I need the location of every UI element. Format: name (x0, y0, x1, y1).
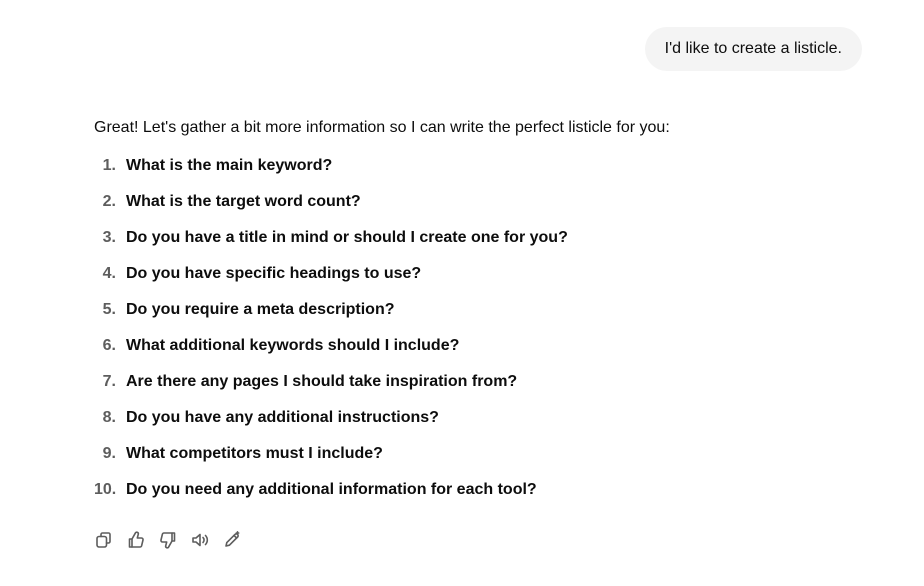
list-item: 4. Do you have specific headings to use? (94, 256, 854, 292)
question-list: 1. What is the main keyword? 2. What is … (94, 148, 854, 508)
list-item-text: Do you have specific headings to use? (126, 265, 422, 282)
list-item-text: Are there any pages I should take inspir… (126, 373, 518, 390)
copy-button[interactable] (92, 528, 116, 552)
user-message-bubble: I'd like to create a listicle. (644, 27, 862, 71)
list-item: 7. Are there any pages I should take ins… (94, 364, 854, 400)
list-item-number: 8. (102, 409, 116, 426)
list-item: 2. What is the target word count? (94, 184, 854, 220)
list-item: 1. What is the main keyword? (94, 148, 854, 184)
thumbs-up-icon (128, 531, 144, 548)
list-item-number: 2. (102, 193, 116, 210)
edit-icon (225, 531, 240, 547)
list-item-text: Do you require a meta description? (126, 301, 395, 318)
list-item-number: 9. (102, 445, 116, 462)
user-message-text: I'd like to create a listicle. (664, 40, 842, 57)
list-item-text: Do you need any additional information f… (126, 481, 537, 498)
list-item: 5. Do you require a meta description? (94, 292, 854, 328)
list-item: 8. Do you have any additional instructio… (94, 400, 854, 436)
list-item-text: What is the main keyword? (126, 157, 333, 174)
list-item-number: 7. (102, 373, 116, 390)
read-aloud-button[interactable] (188, 528, 212, 552)
list-item-text: Do you have any additional instructions? (126, 409, 439, 426)
list-item: 10. Do you need any additional informati… (94, 472, 854, 508)
list-item-text: What additional keywords should I includ… (126, 337, 460, 354)
list-item-text: What is the target word count? (126, 193, 361, 210)
list-item: 3. Do you have a title in mind or should… (94, 220, 854, 256)
read-aloud-icon (192, 533, 209, 547)
list-item-number: 1. (102, 157, 116, 174)
message-actions (92, 528, 244, 552)
list-item-number: 3. (102, 229, 116, 246)
list-item-text: What competitors must I include? (126, 445, 383, 462)
edit-response-button[interactable] (220, 528, 244, 552)
assistant-message: Great! Let's gather a bit more informati… (94, 116, 854, 508)
list-item-number: 5. (102, 301, 116, 318)
list-item-number: 4. (102, 265, 116, 282)
good-response-button[interactable] (124, 528, 148, 552)
thumbs-down-icon (160, 532, 176, 549)
assistant-intro: Great! Let's gather a bit more informati… (94, 119, 670, 136)
list-item-number: 10. (94, 481, 117, 498)
list-item: 6. What additional keywords should I inc… (94, 328, 854, 364)
copy-icon (96, 532, 111, 548)
list-item: 9. What competitors must I include? (94, 436, 854, 472)
list-item-number: 6. (102, 337, 116, 354)
list-item-text: Do you have a title in mind or should I … (126, 229, 568, 246)
bad-response-button[interactable] (156, 528, 180, 552)
